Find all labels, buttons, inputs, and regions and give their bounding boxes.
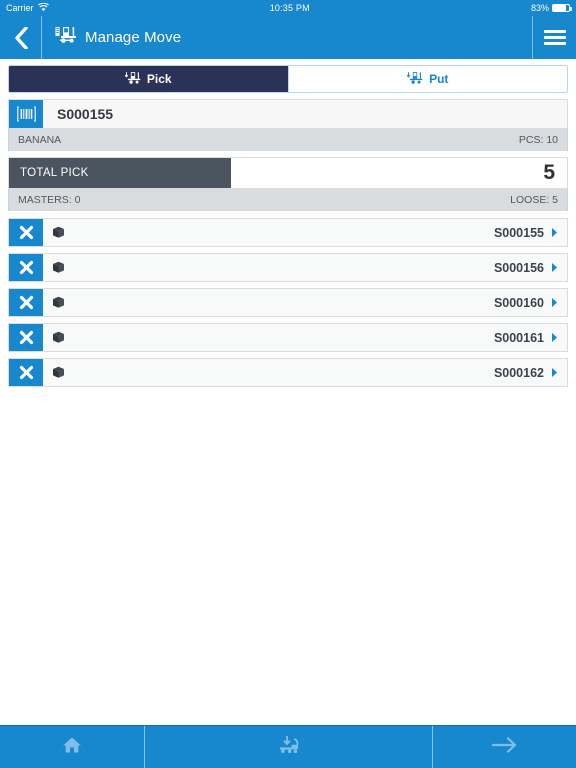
close-x-icon xyxy=(19,295,33,310)
putaway-button[interactable] xyxy=(144,726,432,768)
navigation-title-group: Manage Move xyxy=(42,26,532,49)
chevron-right-icon[interactable] xyxy=(551,262,567,273)
chevron-right-icon[interactable] xyxy=(551,367,567,378)
navigation-bar: Manage Move xyxy=(0,16,576,59)
total-pick-label: TOTAL PICK xyxy=(9,158,231,188)
loose-count: LOOSE: 5 xyxy=(510,194,558,206)
tab-put[interactable]: Put xyxy=(287,66,567,92)
home-button[interactable] xyxy=(0,726,144,768)
pick-put-tabs: Pick Put xyxy=(8,65,568,93)
close-x-icon xyxy=(19,260,33,275)
bottom-toolbar xyxy=(0,725,576,768)
total-pick-row: TOTAL PICK 5 xyxy=(8,157,568,189)
remove-item-button[interactable] xyxy=(9,254,43,281)
list-item[interactable]: S000156 xyxy=(8,253,568,282)
close-x-icon xyxy=(19,330,33,345)
list-item-id: S000162 xyxy=(493,365,544,380)
remove-item-button[interactable] xyxy=(9,324,43,351)
hamburger-menu-icon xyxy=(543,27,566,48)
list-item-id: S000161 xyxy=(493,330,544,345)
status-bar: Carrier 10:35 PM 83% xyxy=(0,0,576,16)
wifi-icon xyxy=(37,2,49,14)
item-meta-row: BANANA PCS: 10 xyxy=(8,129,568,151)
list-item[interactable]: S000161 xyxy=(8,323,568,352)
box-icon xyxy=(43,296,73,309)
next-button[interactable] xyxy=(432,726,576,768)
forklift-put-icon xyxy=(406,71,423,88)
back-button[interactable] xyxy=(0,16,42,59)
tab-pick[interactable]: Pick xyxy=(9,66,288,92)
status-battery-group: 83% xyxy=(530,3,572,13)
total-meta-row: MASTERS: 0 LOOSE: 5 xyxy=(8,189,568,211)
barcode-scan-button[interactable] xyxy=(9,100,43,128)
list-item-id: S000155 xyxy=(493,225,544,240)
total-pick-value: 5 xyxy=(543,161,555,184)
page-title: Manage Move xyxy=(85,29,182,46)
home-icon xyxy=(62,736,82,759)
tab-put-label: Put xyxy=(429,72,449,86)
arrow-right-icon xyxy=(491,736,518,759)
item-card-header: S000155 xyxy=(8,99,568,129)
box-icon xyxy=(43,261,73,274)
battery-icon xyxy=(552,4,572,12)
chevron-right-icon[interactable] xyxy=(551,297,567,308)
remove-item-button[interactable] xyxy=(9,359,43,386)
masters-count: MASTERS: 0 xyxy=(18,194,81,206)
status-carrier-group: Carrier xyxy=(6,2,49,14)
hamburger-menu-button[interactable] xyxy=(532,16,576,59)
close-x-icon xyxy=(19,225,33,240)
chevron-left-icon xyxy=(14,26,28,49)
list-item[interactable]: S000155 xyxy=(8,218,568,247)
main-content: Pick Put S000155 BANANA PCS: 10 TOTAL PI… xyxy=(0,59,576,725)
tab-pick-label: Pick xyxy=(146,72,172,86)
item-description: BANANA xyxy=(18,134,62,146)
list-item[interactable]: S000160 xyxy=(8,288,568,317)
close-x-icon xyxy=(19,365,33,380)
list-item-id: S000156 xyxy=(493,260,544,275)
item-id: S000155 xyxy=(57,106,114,122)
forklift-pick-icon xyxy=(124,71,141,88)
chevron-right-icon[interactable] xyxy=(551,332,567,343)
barcode-icon xyxy=(16,106,36,122)
chevron-right-icon[interactable] xyxy=(551,227,567,238)
list-item-id: S000160 xyxy=(493,295,544,310)
remove-item-button[interactable] xyxy=(9,289,43,316)
battery-percent-label: 83% xyxy=(530,3,549,13)
picked-items-list: S000155 S000156 S000160 S000161 S000162 xyxy=(8,218,568,387)
box-icon xyxy=(43,331,73,344)
forklift-icon xyxy=(55,26,77,49)
putaway-forklift-icon xyxy=(276,735,302,760)
remove-item-button[interactable] xyxy=(9,219,43,246)
box-icon xyxy=(43,366,73,379)
list-item[interactable]: S000162 xyxy=(8,358,568,387)
status-time: 10:35 PM xyxy=(269,3,310,13)
item-pcs: PCS: 10 xyxy=(518,134,558,146)
carrier-label: Carrier xyxy=(6,3,34,13)
box-icon xyxy=(43,226,73,239)
app-root: Carrier 10:35 PM 83% Manage Move Pick Pu… xyxy=(0,0,576,768)
